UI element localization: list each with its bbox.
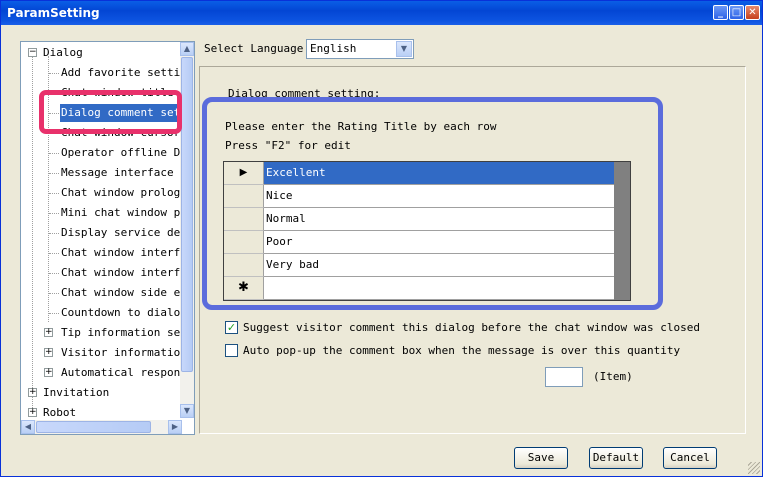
auto-popup-checkbox[interactable] [225, 344, 238, 357]
tree-horizontal-scrollbar[interactable]: ◀ ▶ [21, 420, 182, 434]
tree-vertical-scrollbar[interactable]: ▲ ▼ [180, 42, 194, 418]
tree-item-add-favorite[interactable]: Add favorite setting [61, 64, 182, 82]
tree-item-countdown[interactable]: Countdown to dialog [61, 304, 182, 322]
highlight-annotation-blue [202, 97, 663, 310]
save-button[interactable]: Save [514, 447, 568, 469]
expand-icon[interactable]: + [44, 368, 53, 377]
expand-icon[interactable]: + [44, 348, 53, 357]
scroll-right-icon[interactable]: ▶ [168, 420, 182, 434]
tree-guide [49, 213, 59, 214]
scroll-down-icon[interactable]: ▼ [180, 404, 194, 418]
tree-item-operator-offline[interactable]: Operator offline Dis [61, 144, 182, 162]
tree-guide [49, 253, 59, 254]
quantity-unit-label: (Item) [593, 370, 633, 383]
tree-item-label: Automatical response [61, 366, 182, 379]
close-button[interactable]: ✕ [745, 5, 760, 20]
tree-item-label: Visitor information [61, 346, 182, 359]
tree-item-display-service[interactable]: Display service depa [61, 224, 182, 242]
auto-popup-label[interactable]: Auto pop-up the comment box when the mes… [243, 344, 680, 357]
scroll-left-icon[interactable]: ◀ [21, 420, 35, 434]
expand-icon[interactable]: + [28, 408, 37, 417]
tree-item-label: Display service depa [61, 226, 182, 239]
tree-guide [49, 233, 59, 234]
tree-guide [49, 153, 59, 154]
expand-icon[interactable]: + [28, 388, 37, 397]
tree-item-label: Add favorite setting [61, 66, 182, 79]
tree-item-label: Chat window side edg [61, 286, 182, 299]
scroll-up-icon[interactable]: ▲ [180, 42, 194, 56]
tree-guide [49, 293, 59, 294]
language-select[interactable]: English ▼ [306, 39, 414, 59]
title-bar[interactable]: ParamSetting _ □ ✕ [1, 1, 762, 25]
tree-item-label: Message interface se [61, 166, 182, 179]
tree-item-chat-window-side-edge[interactable]: Chat window side edg [61, 284, 182, 302]
tree-guide [49, 273, 59, 274]
tree-horizontal-scroll-thumb[interactable] [36, 421, 151, 433]
tree-guide [49, 193, 59, 194]
tree-item-message-interface[interactable]: Message interface se [61, 164, 182, 182]
collapse-icon[interactable]: − [28, 48, 37, 57]
tree-item-chat-window-interface-1[interactable]: Chat window interfac [61, 244, 182, 262]
expand-icon[interactable]: + [44, 328, 53, 337]
tree-item-label: Robot [43, 406, 77, 418]
cancel-button[interactable]: Cancel [663, 447, 717, 469]
tree-item-label: Operator offline Dis [61, 146, 182, 159]
tree-item-mini-chat-window[interactable]: Mini chat window pro [61, 204, 182, 222]
language-label: Select Language [204, 42, 304, 55]
tree-item-label: Mini chat window pro [61, 206, 182, 219]
tree-item-label: Chat window prologue [61, 186, 182, 199]
chevron-down-icon[interactable]: ▼ [396, 41, 412, 57]
language-value: English [310, 42, 357, 55]
suggest-comment-checkbox[interactable]: ✓ [225, 321, 238, 334]
tree-guide [32, 56, 33, 412]
tree-item-label: Chat window interfac [61, 246, 182, 259]
quantity-input[interactable] [545, 367, 583, 387]
minimize-button[interactable]: _ [713, 5, 728, 20]
highlight-annotation-pink [39, 90, 182, 134]
tree-item-label: Countdown to dialog [61, 306, 182, 319]
tree-item-label: Tip information sett [61, 326, 182, 339]
suggest-comment-label[interactable]: Suggest visitor comment this dialog befo… [243, 321, 700, 334]
tree-guide [49, 73, 59, 74]
tree-item-chat-window-prologue[interactable]: Chat window prologue [61, 184, 182, 202]
maximize-button[interactable]: □ [729, 5, 744, 20]
tree-item-label: Dialog [43, 46, 83, 59]
tree-item-chat-window-interface-2[interactable]: Chat window interfac [61, 264, 182, 282]
tree-guide [49, 313, 59, 314]
default-button[interactable]: Default [589, 447, 643, 469]
param-setting-window: ParamSetting _ □ ✕ − Dialog Add favorite… [0, 0, 763, 477]
tree-item-label: Chat window interfac [61, 266, 182, 279]
tree-guide [49, 173, 59, 174]
tree-item-label: Invitation [43, 386, 110, 399]
resize-grip-icon[interactable] [748, 462, 760, 474]
window-title: ParamSetting [7, 6, 100, 20]
tree-vertical-scroll-thumb[interactable] [181, 57, 193, 372]
